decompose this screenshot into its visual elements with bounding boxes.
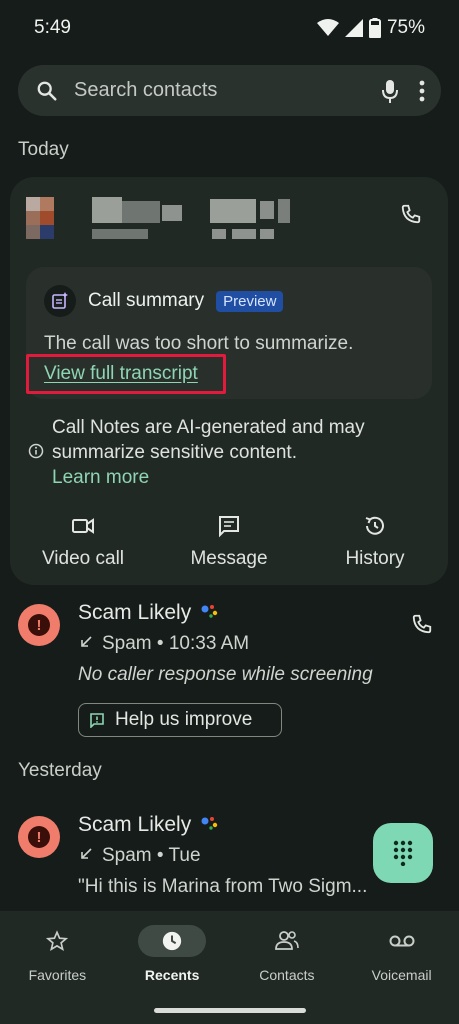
caller-name: Scam Likely xyxy=(78,813,192,836)
voicemail-icon xyxy=(389,935,415,947)
dialpad-button[interactable] xyxy=(373,823,433,883)
spam-alert-icon: ! xyxy=(18,816,60,858)
history-icon xyxy=(365,516,384,535)
avatar xyxy=(26,187,66,241)
nav-voicemail[interactable]: Voicemail xyxy=(344,911,459,1024)
star-icon xyxy=(46,930,69,951)
search-icon xyxy=(37,81,57,101)
google-assistant-icon xyxy=(201,817,218,830)
summary-text: The call was too short to summarize. xyxy=(44,333,354,354)
battery-percent: 75% xyxy=(386,17,425,38)
status-bar: 5:49 75% xyxy=(0,0,459,56)
missed-call-arrow-icon xyxy=(81,848,92,859)
phone-icon[interactable] xyxy=(411,613,433,635)
message-label: Message xyxy=(190,548,268,569)
status-time: 5:49 xyxy=(34,17,71,38)
spam-alert-icon: ! xyxy=(18,604,60,646)
nav-recents-label: Recents xyxy=(144,967,200,983)
history-label: History xyxy=(345,548,405,569)
video-icon xyxy=(72,518,94,534)
message-button[interactable]: Message xyxy=(156,514,302,570)
ai-note-text: Call Notes are AI-generated and may summ… xyxy=(52,417,365,463)
dialpad-icon xyxy=(393,840,413,866)
section-today: Today xyxy=(18,139,69,160)
clock-icon xyxy=(162,931,182,951)
history-button[interactable]: History xyxy=(302,514,448,570)
mic-icon[interactable] xyxy=(379,78,401,104)
help-chip-label: Help us improve xyxy=(115,709,253,730)
highlight-annotation xyxy=(26,354,226,394)
search-input[interactable]: Search contacts xyxy=(74,79,379,102)
video-call-label: Video call xyxy=(41,548,125,569)
learn-more-link[interactable]: Learn more xyxy=(52,465,392,490)
wifi-icon xyxy=(316,19,339,36)
missed-call-arrow-icon xyxy=(81,636,92,647)
help-us-improve-button[interactable]: Help us improve xyxy=(78,703,282,737)
call-detail-text: Spam • Tue xyxy=(102,845,201,866)
expanded-call-card[interactable]: Call summary Preview The call was too sh… xyxy=(10,177,448,585)
contacts-icon xyxy=(274,931,299,950)
google-assistant-icon xyxy=(201,605,218,618)
battery-icon xyxy=(368,18,381,38)
summary-title: Call summary xyxy=(88,290,205,311)
home-indicator[interactable] xyxy=(154,1008,306,1013)
nav-contacts-label: Contacts xyxy=(259,967,315,983)
more-options-icon[interactable] xyxy=(419,80,425,102)
section-yesterday: Yesterday xyxy=(18,760,102,781)
info-icon xyxy=(28,443,44,459)
video-call-button[interactable]: Video call xyxy=(10,514,156,570)
call-actions: Video call Message History xyxy=(10,514,448,570)
signal-icon xyxy=(344,19,363,37)
caller-name: Scam Likely xyxy=(78,601,192,624)
call-detail-text: Spam • 10:33 AM xyxy=(102,633,250,654)
status-icons: 75% xyxy=(316,17,425,39)
call-notes-icon xyxy=(44,285,76,317)
preview-badge: Preview xyxy=(216,290,284,312)
message-icon xyxy=(219,516,239,538)
screening-note: No caller response while screening xyxy=(78,664,373,685)
nav-favorites-label: Favorites xyxy=(28,967,87,983)
transcript-preview: "Hi this is Marina from Two Sigm... xyxy=(78,876,368,897)
call-detail: Spam • Tue xyxy=(78,845,201,867)
nav-voicemail-label: Voicemail xyxy=(371,967,432,983)
nav-favorites[interactable]: Favorites xyxy=(0,911,115,1024)
call-detail: Spam • 10:33 AM xyxy=(78,633,249,655)
phone-icon[interactable] xyxy=(400,203,422,225)
ai-disclaimer: Call Notes are AI-generated and may summ… xyxy=(28,415,392,490)
search-bar[interactable]: Search contacts xyxy=(18,65,441,116)
feedback-icon xyxy=(90,713,104,728)
caller-name-redacted xyxy=(92,187,292,241)
